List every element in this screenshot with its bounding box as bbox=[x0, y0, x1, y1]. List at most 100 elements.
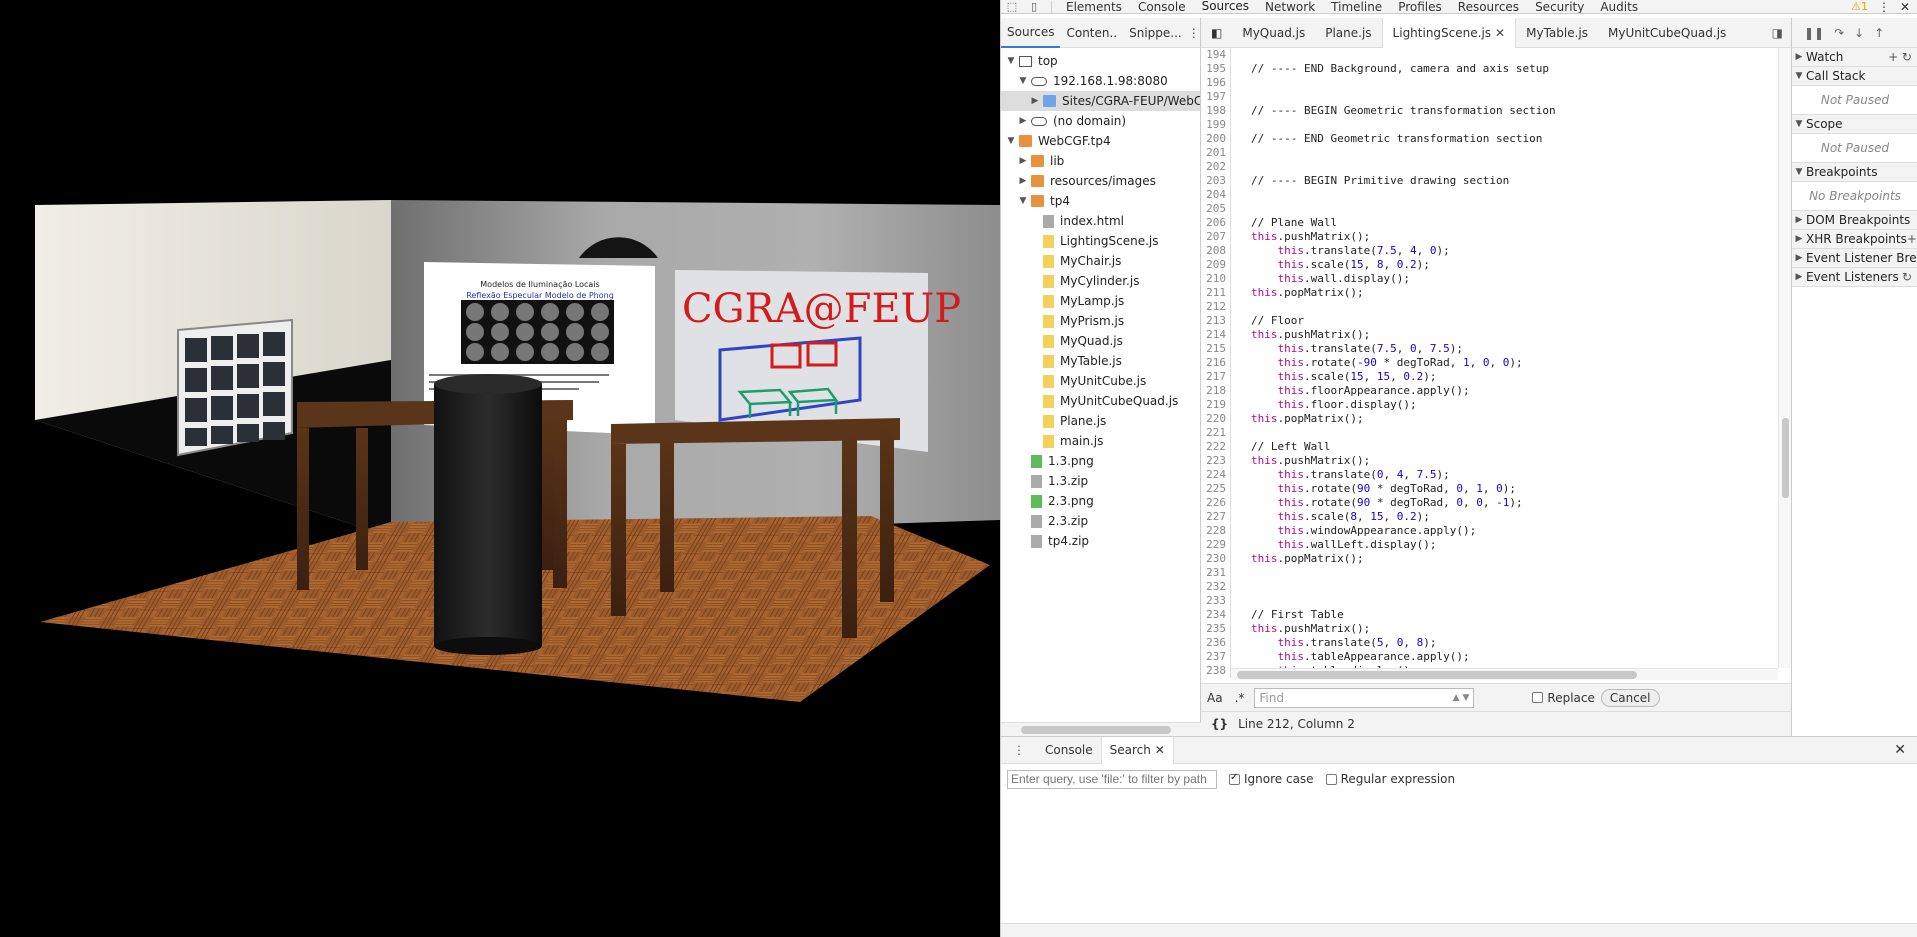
code-line[interactable]: 198 // ---- BEGIN Geometric transformatio… bbox=[1201, 104, 1778, 118]
line-number[interactable]: 220 bbox=[1201, 412, 1231, 426]
code-line[interactable]: 197 bbox=[1201, 90, 1778, 104]
code-line[interactable]: 216 this.rotate(-90 * degToRad, 1, 0, 0)… bbox=[1201, 356, 1778, 370]
close-tab-icon[interactable]: ✕ bbox=[1495, 26, 1505, 40]
tab-resources[interactable]: Resources bbox=[1450, 0, 1527, 13]
pane-scope[interactable]: ▼ Scope bbox=[1792, 115, 1917, 134]
tree-item[interactable]: index.html bbox=[1001, 211, 1200, 231]
line-number[interactable]: 235 bbox=[1201, 622, 1231, 636]
code-line[interactable]: 210 this.wall.display(); bbox=[1201, 272, 1778, 286]
code-line[interactable]: 235 this.pushMatrix(); bbox=[1201, 622, 1778, 636]
code-line[interactable]: 228 this.windowAppearance.apply(); bbox=[1201, 524, 1778, 538]
tab-profiles[interactable]: Profiles bbox=[1390, 0, 1450, 13]
tree-item[interactable]: 2.3.png bbox=[1001, 491, 1200, 511]
regex-option[interactable]: Regular expression bbox=[1325, 772, 1455, 786]
tree-item[interactable]: ▼ WebCGF.tp4 bbox=[1001, 131, 1200, 151]
tab-audits[interactable]: Audits bbox=[1592, 0, 1646, 13]
editor-vertical-scrollbar[interactable] bbox=[1778, 48, 1791, 668]
file-tab-lightingscene[interactable]: LightingScene.js ✕ bbox=[1381, 17, 1517, 48]
code-line[interactable]: 224 this.translate(0, 4, 7.5); bbox=[1201, 468, 1778, 482]
tree-item[interactable]: 1.3.png bbox=[1001, 451, 1200, 471]
step-over-icon[interactable]: ↷ bbox=[1834, 26, 1844, 40]
code-line[interactable]: 221 bbox=[1201, 426, 1778, 440]
line-number[interactable]: 225 bbox=[1201, 482, 1231, 496]
tab-elements[interactable]: Elements bbox=[1058, 0, 1130, 13]
line-number[interactable]: 210 bbox=[1201, 272, 1231, 286]
drawer-menu-icon[interactable]: ⋮ bbox=[1001, 743, 1037, 757]
match-case-toggle[interactable]: Aa bbox=[1201, 691, 1229, 705]
webgl-canvas[interactable]: Modelos de Iluminação Locais Reflexão Es… bbox=[0, 0, 1000, 937]
tree-item[interactable]: main.js bbox=[1001, 431, 1200, 451]
pane-event-listener-breakpoints[interactable]: ▶Event Listener Breakpoints bbox=[1792, 249, 1917, 268]
code-line[interactable]: 208 this.translate(7.5, 4, 0); bbox=[1201, 244, 1778, 258]
line-number[interactable]: 201 bbox=[1201, 146, 1231, 160]
code-line[interactable]: 232 bbox=[1201, 580, 1778, 594]
line-number[interactable]: 213 bbox=[1201, 314, 1231, 328]
tree-item[interactable]: MyPrism.js bbox=[1001, 311, 1200, 331]
tree-item[interactable]: ▶ (no domain) bbox=[1001, 111, 1200, 131]
code-line[interactable]: 215 this.translate(7.5, 0, 7.5); bbox=[1201, 342, 1778, 356]
cancel-button[interactable]: Cancel bbox=[1600, 688, 1660, 707]
line-number[interactable]: 208 bbox=[1201, 244, 1231, 258]
tree-item[interactable]: ▼ tp4 bbox=[1001, 191, 1200, 211]
line-number[interactable]: 224 bbox=[1201, 468, 1231, 482]
line-number[interactable]: 202 bbox=[1201, 160, 1231, 174]
code-line[interactable]: 199 bbox=[1201, 118, 1778, 132]
regex-checkbox[interactable] bbox=[1325, 773, 1337, 785]
code-line[interactable]: 212 bbox=[1201, 300, 1778, 314]
add-icon[interactable]: + bbox=[1907, 232, 1917, 246]
code-line[interactable]: 195 // ---- END Background, camera and ax… bbox=[1201, 62, 1778, 76]
line-number[interactable]: 221 bbox=[1201, 426, 1231, 440]
line-number[interactable]: 222 bbox=[1201, 440, 1231, 454]
tree-item[interactable]: ▼ top bbox=[1001, 51, 1200, 71]
drawer-tab-console[interactable]: Console bbox=[1037, 737, 1101, 764]
warning-counter[interactable]: ⚠1 bbox=[1851, 0, 1868, 13]
code-line[interactable]: 206 // Plane Wall bbox=[1201, 216, 1778, 230]
scrollbar-thumb[interactable] bbox=[1021, 726, 1171, 734]
collapse-arrow-icon[interactable]: ▼ bbox=[1005, 56, 1017, 66]
line-number[interactable]: 211 bbox=[1201, 286, 1231, 300]
code-line[interactable]: 220 this.popMatrix(); bbox=[1201, 412, 1778, 426]
line-number[interactable]: 217 bbox=[1201, 370, 1231, 384]
pane-watch[interactable]: ▶ Watch + ↻ bbox=[1792, 48, 1917, 67]
code-line[interactable]: 222 // Left Wall bbox=[1201, 440, 1778, 454]
line-number[interactable]: 214 bbox=[1201, 328, 1231, 342]
tree-item[interactable]: ▶ lib bbox=[1001, 151, 1200, 171]
code-line[interactable]: 204 bbox=[1201, 188, 1778, 202]
tree-item[interactable]: LightingScene.js bbox=[1001, 231, 1200, 251]
tree-item[interactable]: MyLamp.js bbox=[1001, 291, 1200, 311]
line-number[interactable]: 200 bbox=[1201, 132, 1231, 146]
navigator-tab-sources[interactable]: Sources bbox=[1001, 18, 1061, 48]
code-line[interactable]: 218 this.floorAppearance.apply(); bbox=[1201, 384, 1778, 398]
line-number[interactable]: 237 bbox=[1201, 650, 1231, 664]
code-line[interactable]: 211 this.popMatrix(); bbox=[1201, 286, 1778, 300]
file-tab-mytable[interactable]: MyTable.js bbox=[1516, 18, 1598, 48]
line-number[interactable]: 219 bbox=[1201, 398, 1231, 412]
expand-arrow-icon[interactable]: ▶ bbox=[1017, 176, 1029, 186]
navigator-tab-content-scripts[interactable]: Conten.. bbox=[1060, 18, 1123, 48]
find-nav-arrows-icon[interactable]: ▲ ▼ bbox=[1453, 693, 1470, 703]
code-line[interactable]: 209 this.scale(15, 8, 0.2); bbox=[1201, 258, 1778, 272]
replace-checkbox[interactable] bbox=[1532, 692, 1544, 703]
more-options-icon[interactable]: ⋮ bbox=[1878, 0, 1890, 13]
navigator-scrollbar[interactable] bbox=[1001, 722, 1201, 736]
ignore-case-checkbox[interactable] bbox=[1229, 772, 1240, 785]
tree-item[interactable]: MyQuad.js bbox=[1001, 331, 1200, 351]
line-number[interactable]: 232 bbox=[1201, 580, 1231, 594]
code-line[interactable]: 194 bbox=[1201, 48, 1778, 62]
toggle-navigator-icon[interactable]: ◧ bbox=[1201, 18, 1232, 48]
drawer-tab-search[interactable]: Search ✕ bbox=[1100, 736, 1174, 764]
close-devtools-icon[interactable]: ✕ bbox=[1900, 0, 1910, 13]
line-number[interactable]: 227 bbox=[1201, 510, 1231, 524]
editor-horizontal-scrollbar[interactable] bbox=[1231, 668, 1778, 680]
code-line[interactable]: 202 bbox=[1201, 160, 1778, 174]
pane-dom-breakpoints[interactable]: ▶ DOM Breakpoints bbox=[1792, 211, 1917, 230]
expand-arrow-icon[interactable]: ▶ bbox=[1029, 96, 1041, 106]
close-drawer-icon[interactable]: ✕ bbox=[1894, 742, 1917, 758]
scrollbar-thumb[interactable] bbox=[1237, 671, 1637, 679]
code-line[interactable]: 213 // Floor bbox=[1201, 314, 1778, 328]
pane-event-listeners[interactable]: ▶ Event Listeners ↻ bbox=[1792, 268, 1917, 287]
code-line[interactable]: 214 this.pushMatrix(); bbox=[1201, 328, 1778, 342]
line-number[interactable]: 203 bbox=[1201, 174, 1231, 188]
code-line[interactable]: 217 this.scale(15, 15, 0.2); bbox=[1201, 370, 1778, 384]
collapse-arrow-icon[interactable]: ▼ bbox=[1005, 136, 1017, 146]
